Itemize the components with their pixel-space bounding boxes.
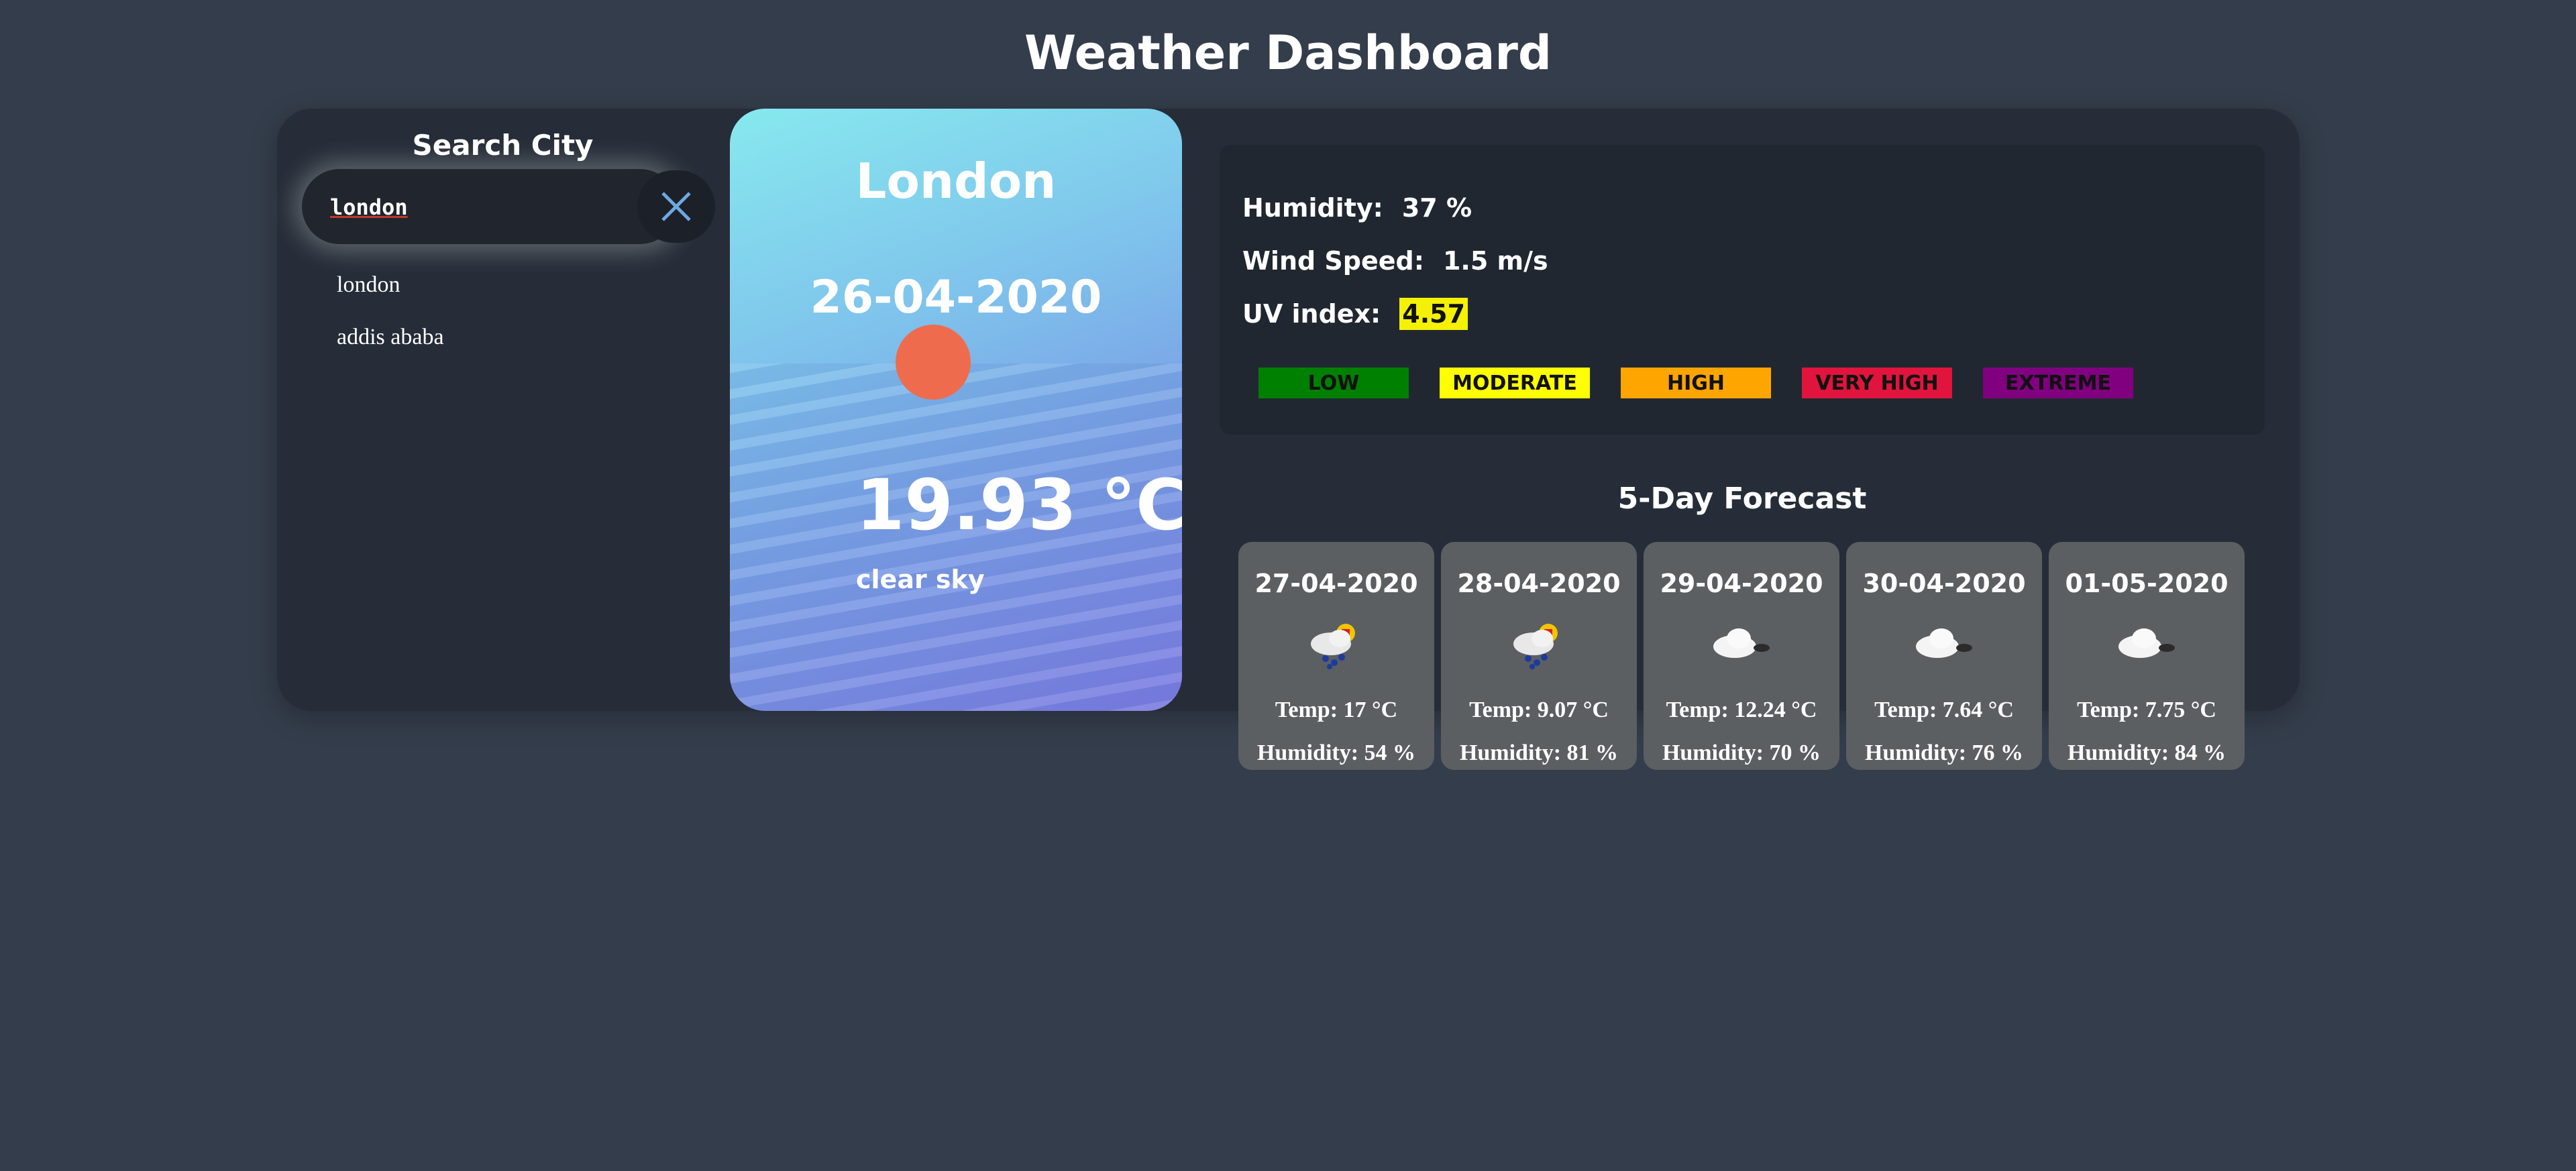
forecast-card: 30-04-2020 Temp: 7.64 °C Humidity: 76 % — [1846, 542, 2042, 770]
forecast-humidity: Humidity: 54 % — [1256, 740, 1416, 765]
current-weather-card: London 26-04-2020 19.93 °C clear sky — [730, 109, 1182, 711]
forecast-date: 01-05-2020 — [2065, 569, 2229, 598]
forecast-humidity: Humidity: 81 % — [1459, 740, 1619, 765]
uv-level-extreme: EXTREME — [1983, 368, 2133, 398]
humidity-value: 37 % — [1401, 193, 1472, 223]
forecast-title: 5-Day Forecast — [1617, 482, 1867, 516]
uv-level-very-high: VERY HIGH — [1802, 368, 1952, 398]
page-title: Weather Dashboard — [1024, 25, 1552, 80]
forecast-date: 29-04-2020 — [1660, 569, 1823, 598]
current-temperature: 19.93 °C — [856, 464, 1182, 546]
uv-level-low: LOW — [1258, 368, 1409, 398]
forecast-date: 30-04-2020 — [1862, 569, 2026, 598]
current-date: 26-04-2020 — [810, 271, 1102, 324]
uv-level-moderate: MODERATE — [1440, 368, 1590, 398]
wind-label: Wind Speed: — [1242, 246, 1424, 276]
forecast-card: 01-05-2020 Temp: 7.75 °C Humidity: 84 % — [2049, 542, 2245, 770]
weather-description: clear sky — [856, 565, 985, 594]
forecast-date: 27-04-2020 — [1254, 569, 1418, 598]
cloud-moon-icon — [1713, 628, 1770, 658]
forecast-temp: Temp: 7.64 °C — [1874, 698, 2014, 722]
humidity-label: Humidity: — [1242, 193, 1383, 223]
forecast-temp: Temp: 17 °C — [1275, 698, 1398, 722]
humidity-row: Humidity: 37 % — [1242, 193, 1472, 223]
uv-value: 4.57 — [1399, 298, 1468, 330]
sun-icon — [896, 325, 971, 400]
city-name: London — [855, 153, 1057, 209]
wind-value: 1.5 m/s — [1442, 246, 1548, 276]
close-icon — [661, 192, 691, 221]
forecast-card: 29-04-2020 Temp: 12.24 °C Humidity: 70 % — [1644, 542, 1839, 770]
uv-row: UV index: 4.57 — [1242, 298, 1468, 330]
suggestion-item[interactable]: addis ababa — [337, 325, 444, 350]
uv-label: UV index: — [1242, 299, 1381, 329]
clear-search-button[interactable] — [637, 170, 715, 243]
cloud-moon-icon — [2118, 628, 2175, 658]
forecast-temp: Temp: 9.07 °C — [1469, 698, 1609, 722]
forecast-date: 28-04-2020 — [1457, 569, 1621, 598]
search-input[interactable] — [329, 189, 627, 225]
suggestion-item[interactable]: london — [337, 272, 400, 298]
forecast-temp: Temp: 7.75 °C — [2077, 698, 2216, 722]
uv-level-high: HIGH — [1621, 368, 1771, 398]
cloud-moon-icon — [1916, 628, 1972, 658]
rain-sun-icon — [1513, 624, 1558, 669]
rain-sun-icon — [1311, 624, 1355, 669]
wind-row: Wind Speed: 1.5 m/s — [1242, 246, 1548, 276]
forecast-card: 27-04-2020 Temp: 17 °C Humidity: 54 % — [1238, 542, 1434, 770]
forecast-temp: Temp: 12.24 °C — [1666, 698, 1817, 722]
forecast-humidity: Humidity: 84 % — [2067, 740, 2226, 765]
search-title: Search City — [412, 129, 594, 162]
forecast-card: 28-04-2020 Temp: 9.07 °C Humidity: 81 % — [1441, 542, 1637, 770]
forecast-humidity: Humidity: 76 % — [1864, 740, 2024, 765]
forecast-humidity: Humidity: 70 % — [1662, 740, 1821, 765]
